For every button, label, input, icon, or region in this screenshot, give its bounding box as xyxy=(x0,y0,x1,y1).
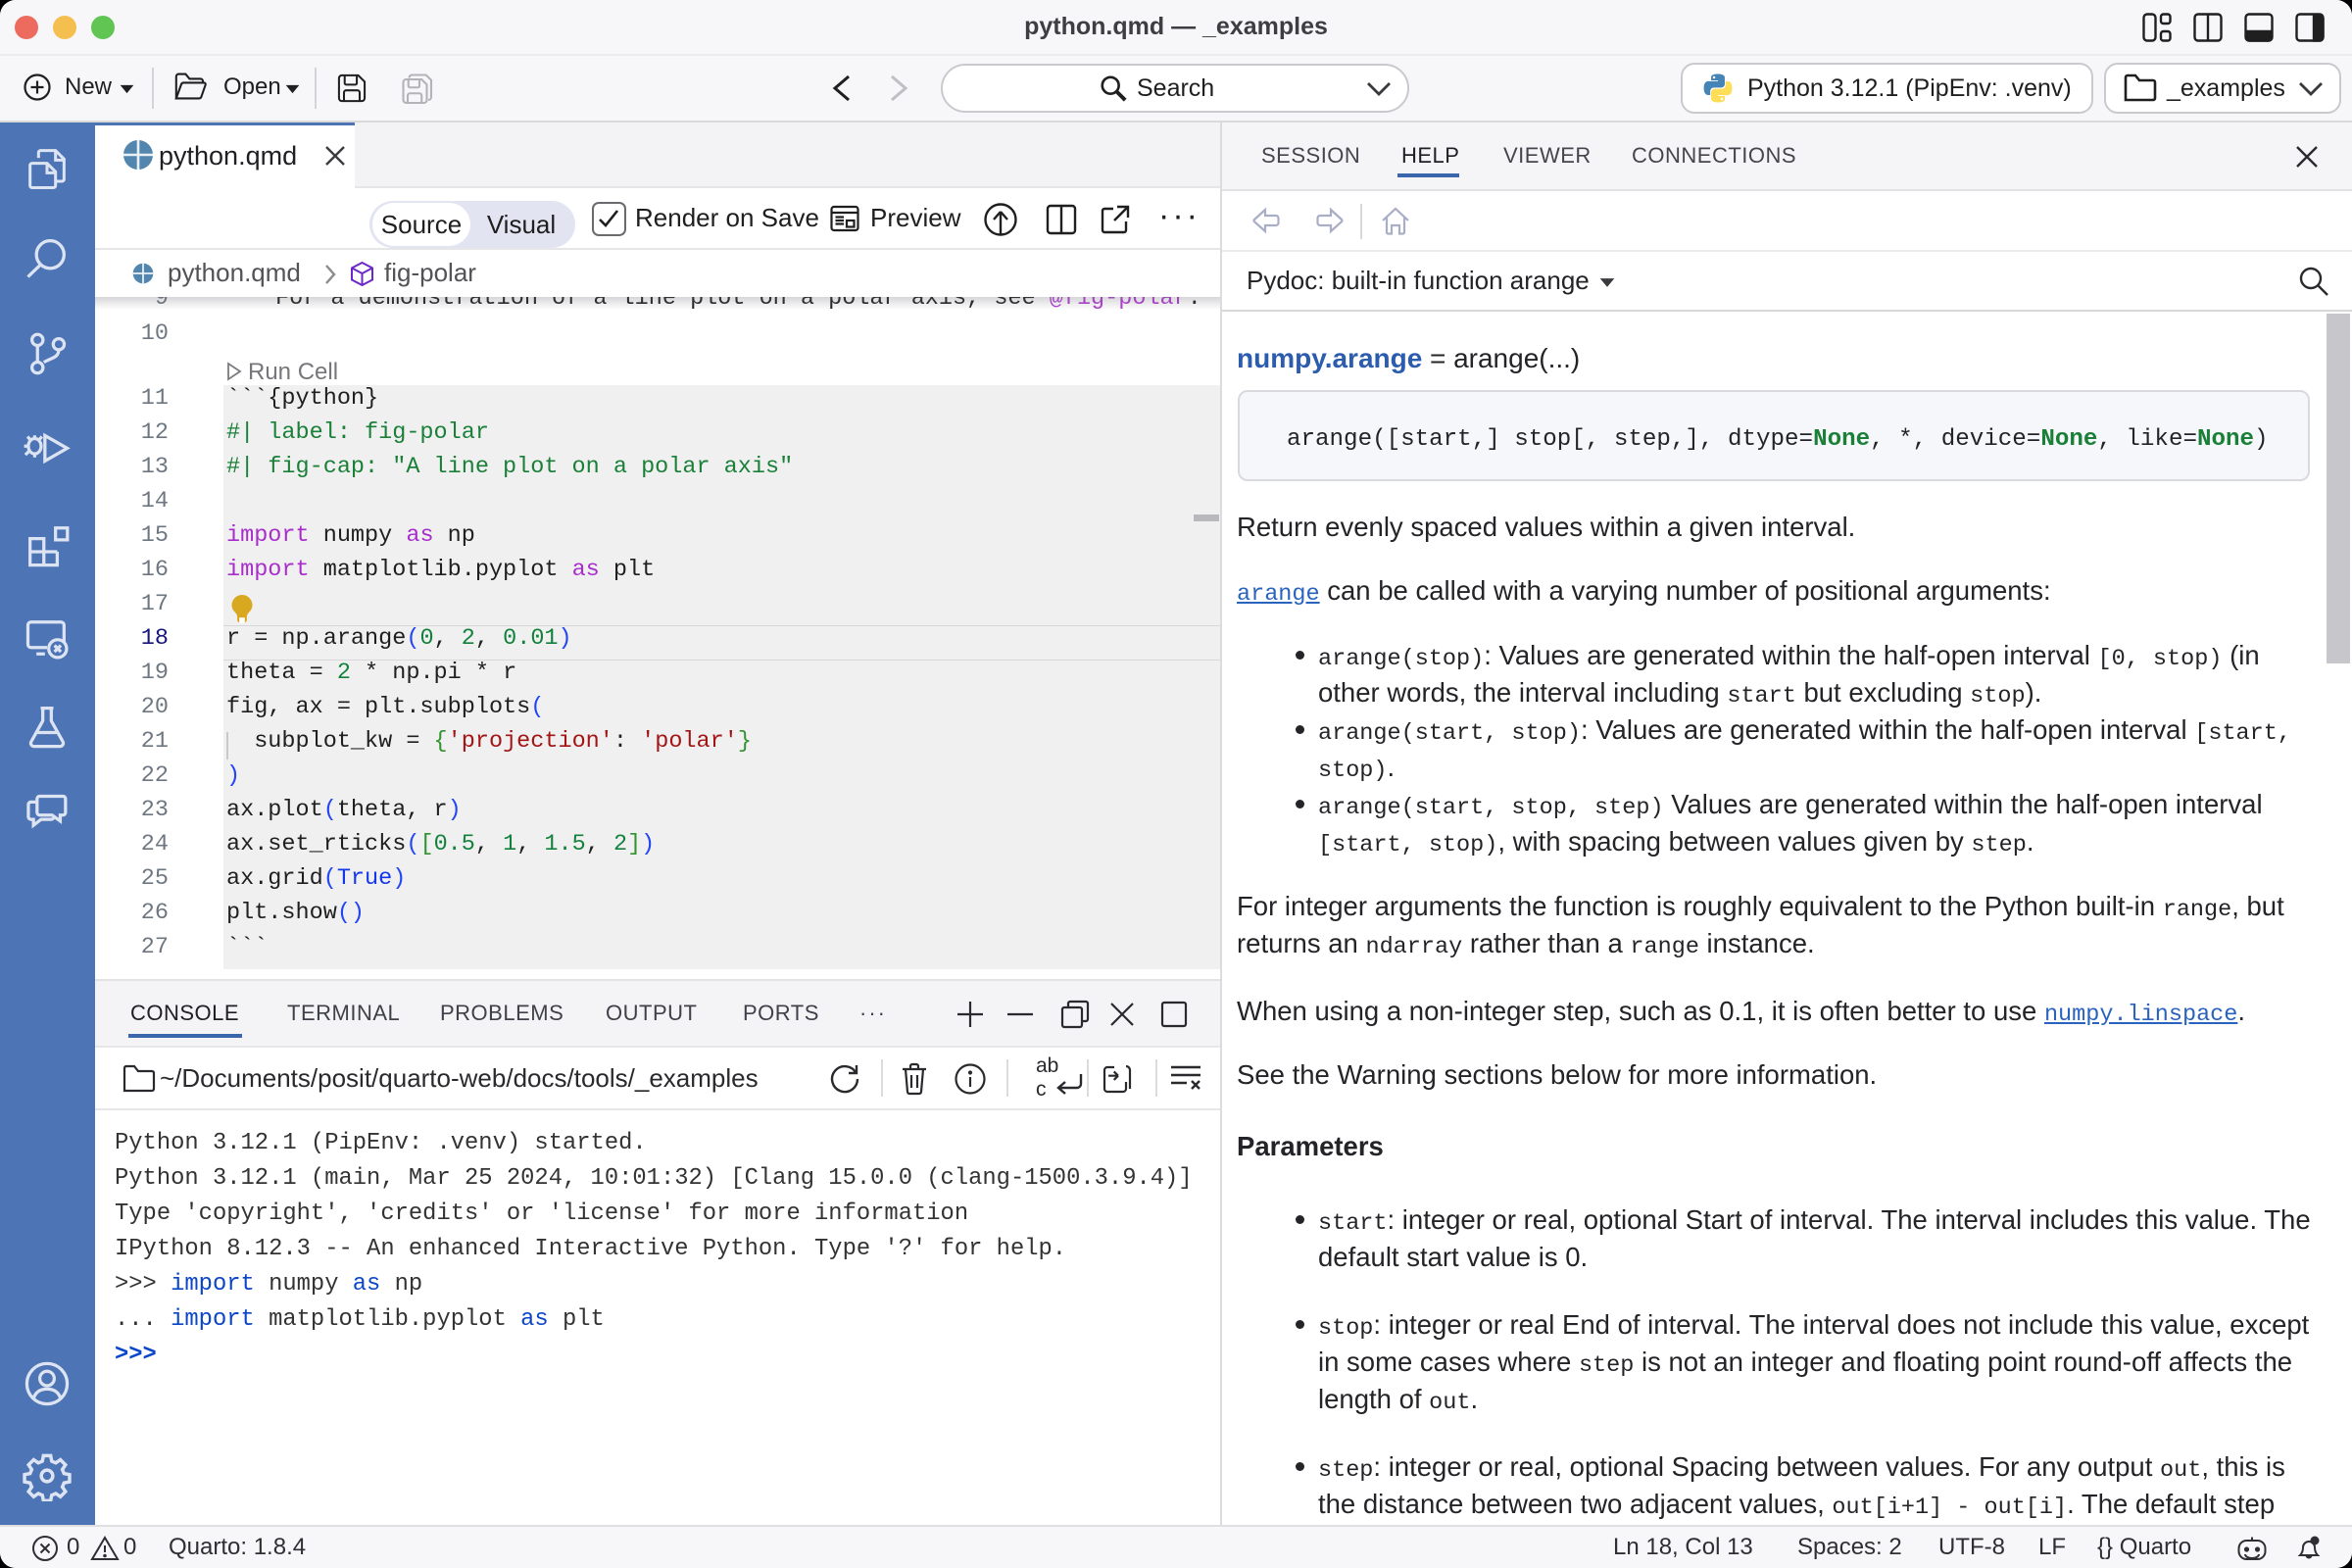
svg-text:c: c xyxy=(1036,1078,1047,1101)
svg-text:ab: ab xyxy=(1036,1054,1058,1077)
